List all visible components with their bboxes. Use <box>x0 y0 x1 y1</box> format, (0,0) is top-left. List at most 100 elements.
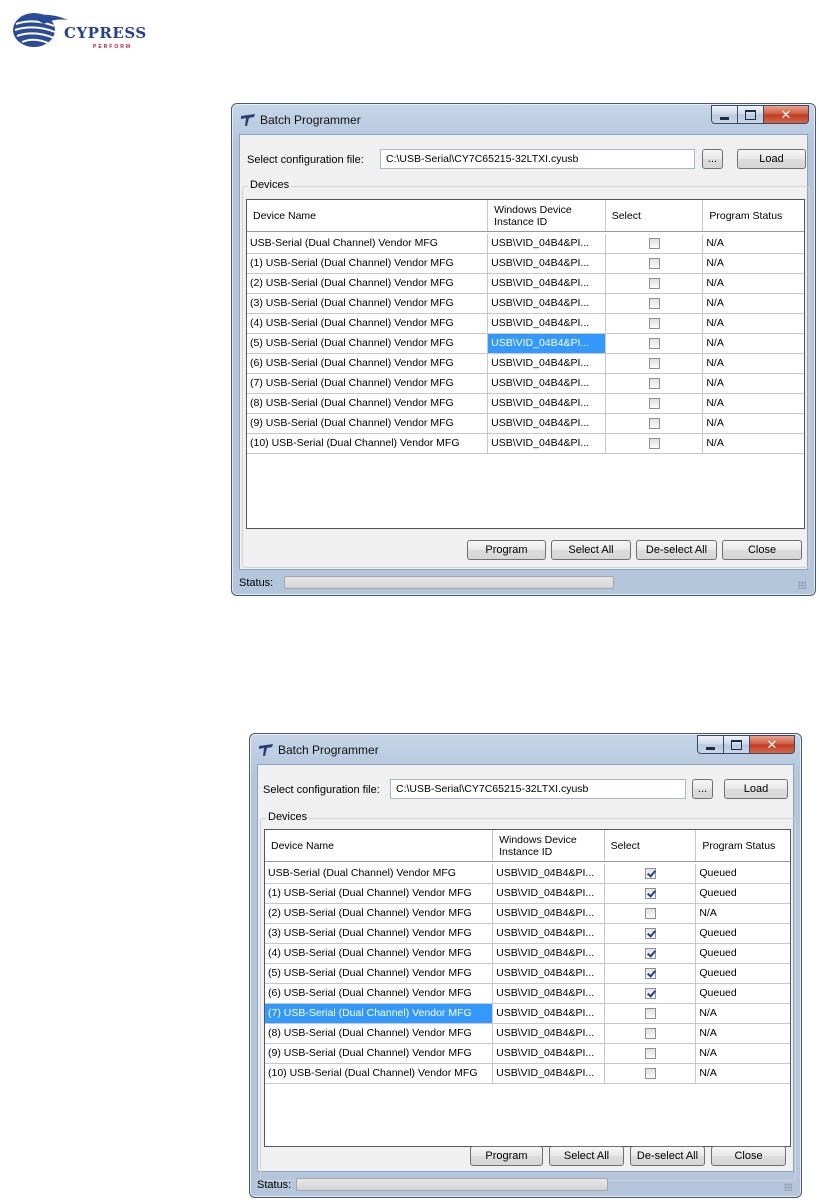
select-checkbox[interactable] <box>648 438 660 449</box>
device-row[interactable]: (2) USB-Serial (Dual Channel) Vendor MFG… <box>265 904 790 924</box>
device-row[interactable]: (2) USB-Serial (Dual Channel) Vendor MFG… <box>247 274 804 294</box>
device-row[interactable]: (1) USB-Serial (Dual Channel) Vendor MFG… <box>265 884 790 904</box>
select-checkbox[interactable] <box>644 928 656 939</box>
device-name-cell[interactable]: (8) USB-Serial (Dual Channel) Vendor MFG <box>247 394 489 414</box>
device-row[interactable]: (3) USB-Serial (Dual Channel) Vendor MFG… <box>265 924 790 944</box>
device-name-cell[interactable]: (4) USB-Serial (Dual Channel) Vendor MFG <box>247 314 489 334</box>
close-button[interactable]: Close <box>722 540 802 560</box>
browse-button[interactable]: ... <box>702 149 723 169</box>
select-checkbox[interactable] <box>648 418 660 429</box>
instance-id-cell[interactable]: USB\VID_04B4&PI... <box>488 434 606 454</box>
browse-button[interactable]: ... <box>692 779 713 799</box>
select-checkbox[interactable] <box>648 278 660 289</box>
select-checkbox[interactable] <box>644 968 656 979</box>
device-row[interactable]: (8) USB-Serial (Dual Channel) Vendor MFG… <box>247 394 804 414</box>
instance-id-cell[interactable]: USB\VID_04B4&PI... <box>493 864 605 884</box>
device-row[interactable]: (6) USB-Serial (Dual Channel) Vendor MFG… <box>247 354 804 374</box>
instance-id-cell[interactable]: USB\VID_04B4&PI... <box>493 944 605 964</box>
deselect-all-button[interactable]: De-select All <box>630 1146 705 1166</box>
device-row[interactable]: (1) USB-Serial (Dual Channel) Vendor MFG… <box>247 254 804 274</box>
device-name-cell[interactable]: USB-Serial (Dual Channel) Vendor MFG <box>265 864 494 884</box>
device-row[interactable]: (5) USB-Serial (Dual Channel) Vendor MFG… <box>265 964 790 984</box>
title-bar[interactable]: Batch Programmer ✕ <box>232 104 815 134</box>
column-header-program-status[interactable]: Program Status <box>703 200 804 231</box>
select-checkbox[interactable] <box>648 338 660 349</box>
instance-id-cell[interactable]: USB\VID_04B4&PI... <box>493 964 605 984</box>
instance-id-cell[interactable]: USB\VID_04B4&PI... <box>488 234 606 254</box>
select-checkbox[interactable] <box>644 908 656 919</box>
minimize-button[interactable] <box>697 735 724 754</box>
select-checkbox[interactable] <box>644 1068 656 1079</box>
instance-id-cell[interactable]: USB\VID_04B4&PI... <box>493 984 605 1004</box>
resize-grip[interactable] <box>798 581 806 589</box>
minimize-button[interactable] <box>711 105 738 124</box>
select-checkbox[interactable] <box>648 238 660 249</box>
select-checkbox[interactable] <box>644 868 656 879</box>
instance-id-cell[interactable]: USB\VID_04B4&PI... <box>493 1004 605 1024</box>
device-name-cell[interactable]: (9) USB-Serial (Dual Channel) Vendor MFG <box>265 1044 494 1064</box>
select-checkbox[interactable] <box>644 1048 656 1059</box>
device-name-cell[interactable]: (8) USB-Serial (Dual Channel) Vendor MFG <box>265 1024 494 1044</box>
device-name-cell[interactable]: (9) USB-Serial (Dual Channel) Vendor MFG <box>247 414 489 434</box>
device-row[interactable]: (10) USB-Serial (Dual Channel) Vendor MF… <box>265 1064 790 1084</box>
device-name-cell[interactable]: (3) USB-Serial (Dual Channel) Vendor MFG <box>247 294 489 314</box>
select-checkbox[interactable] <box>644 1028 656 1039</box>
device-row[interactable]: (6) USB-Serial (Dual Channel) Vendor MFG… <box>265 984 790 1004</box>
device-name-cell[interactable]: (5) USB-Serial (Dual Channel) Vendor MFG <box>265 964 494 984</box>
program-button[interactable]: Program <box>470 1146 543 1166</box>
instance-id-cell[interactable]: USB\VID_04B4&PI... <box>493 1024 605 1044</box>
instance-id-cell[interactable]: USB\VID_04B4&PI... <box>493 1064 605 1084</box>
select-checkbox[interactable] <box>648 398 660 409</box>
maximize-button[interactable] <box>738 105 764 124</box>
device-name-cell[interactable]: (4) USB-Serial (Dual Channel) Vendor MFG <box>265 944 494 964</box>
device-name-cell[interactable]: (7) USB-Serial (Dual Channel) Vendor MFG <box>265 1004 494 1024</box>
device-name-cell[interactable]: (6) USB-Serial (Dual Channel) Vendor MFG <box>265 984 494 1004</box>
select-checkbox[interactable] <box>644 948 656 959</box>
column-header-program-status[interactable]: Program Status <box>696 830 790 861</box>
select-checkbox[interactable] <box>648 318 660 329</box>
device-name-cell[interactable]: (6) USB-Serial (Dual Channel) Vendor MFG <box>247 354 489 374</box>
device-name-cell[interactable]: (2) USB-Serial (Dual Channel) Vendor MFG <box>247 274 489 294</box>
close-button[interactable]: Close <box>711 1146 786 1166</box>
resize-grip[interactable] <box>784 1183 792 1191</box>
column-header-select[interactable]: Select <box>606 200 704 231</box>
program-button[interactable]: Program <box>467 540 546 560</box>
instance-id-cell[interactable]: USB\VID_04B4&PI... <box>488 334 606 354</box>
instance-id-cell[interactable]: USB\VID_04B4&PI... <box>488 314 606 334</box>
instance-id-cell[interactable]: USB\VID_04B4&PI... <box>488 394 606 414</box>
select-checkbox[interactable] <box>648 378 660 389</box>
column-header-instance-id[interactable]: Windows Device Instance ID <box>493 830 605 861</box>
instance-id-cell[interactable]: USB\VID_04B4&PI... <box>488 354 606 374</box>
close-window-button[interactable]: ✕ <box>750 735 795 754</box>
device-name-cell[interactable]: (2) USB-Serial (Dual Channel) Vendor MFG <box>265 904 494 924</box>
device-row[interactable]: USB-Serial (Dual Channel) Vendor MFG USB\… <box>247 234 804 254</box>
instance-id-cell[interactable]: USB\VID_04B4&PI... <box>488 294 606 314</box>
instance-id-cell[interactable]: USB\VID_04B4&PI... <box>488 374 606 394</box>
maximize-button[interactable] <box>724 735 750 754</box>
device-name-cell[interactable]: (1) USB-Serial (Dual Channel) Vendor MFG <box>247 254 489 274</box>
instance-id-cell[interactable]: USB\VID_04B4&PI... <box>493 924 605 944</box>
device-row[interactable]: (8) USB-Serial (Dual Channel) Vendor MFG… <box>265 1024 790 1044</box>
device-row[interactable]: (3) USB-Serial (Dual Channel) Vendor MFG… <box>247 294 804 314</box>
select-checkbox[interactable] <box>648 298 660 309</box>
device-row[interactable]: (7) USB-Serial (Dual Channel) Vendor MFG… <box>265 1004 790 1024</box>
device-name-cell[interactable]: (3) USB-Serial (Dual Channel) Vendor MFG <box>265 924 494 944</box>
device-row[interactable]: (7) USB-Serial (Dual Channel) Vendor MFG… <box>247 374 804 394</box>
device-row[interactable]: (4) USB-Serial (Dual Channel) Vendor MFG… <box>247 314 804 334</box>
device-row[interactable]: (5) USB-Serial (Dual Channel) Vendor MFG… <box>247 334 804 354</box>
config-file-input[interactable]: C:\USB-Serial\CY7C65215-32LTXI.cyusb <box>390 779 686 799</box>
instance-id-cell[interactable]: USB\VID_04B4&PI... <box>488 274 606 294</box>
instance-id-cell[interactable]: USB\VID_04B4&PI... <box>493 1044 605 1064</box>
instance-id-cell[interactable]: USB\VID_04B4&PI... <box>488 254 606 274</box>
device-row[interactable]: (9) USB-Serial (Dual Channel) Vendor MFG… <box>265 1044 790 1064</box>
instance-id-cell[interactable]: USB\VID_04B4&PI... <box>493 904 605 924</box>
select-checkbox[interactable] <box>648 258 660 269</box>
column-header-select[interactable]: Select <box>605 830 697 861</box>
device-row[interactable]: USB-Serial (Dual Channel) Vendor MFG USB\… <box>265 864 790 884</box>
select-checkbox[interactable] <box>644 1008 656 1019</box>
config-file-input[interactable]: C:\USB-Serial\CY7C65215-32LTXI.cyusb <box>380 149 695 169</box>
device-name-cell[interactable]: (5) USB-Serial (Dual Channel) Vendor MFG <box>247 334 489 354</box>
instance-id-cell[interactable]: USB\VID_04B4&PI... <box>493 884 605 904</box>
column-header-device-name[interactable]: Device Name <box>265 830 494 861</box>
device-name-cell[interactable]: (10) USB-Serial (Dual Channel) Vendor MF… <box>265 1064 494 1084</box>
